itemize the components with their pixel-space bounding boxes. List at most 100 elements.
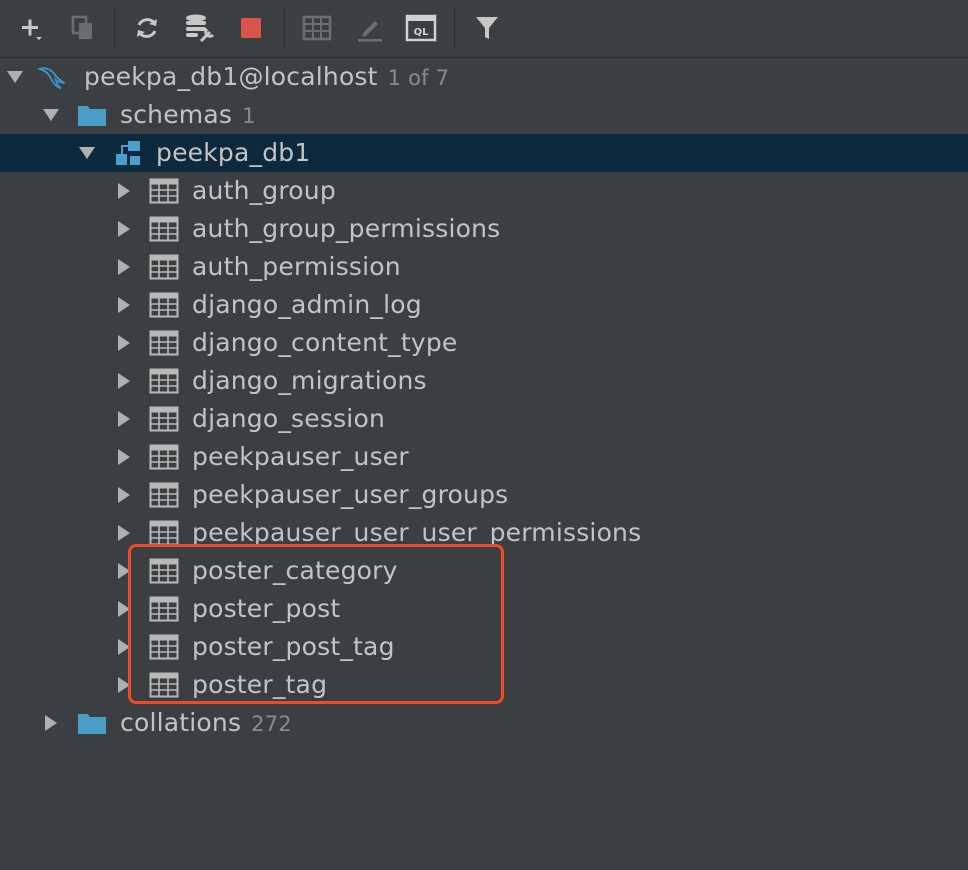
plus-icon bbox=[22, 19, 42, 40]
table-row[interactable]: auth_permission bbox=[0, 248, 968, 286]
refresh-button[interactable] bbox=[130, 10, 164, 46]
expanded-arrow-icon[interactable] bbox=[4, 58, 26, 96]
collations-count: 272 bbox=[251, 712, 292, 736]
table-icon bbox=[148, 666, 180, 704]
add-button[interactable] bbox=[14, 10, 48, 46]
schema-label: peekpa_db1 bbox=[156, 138, 311, 167]
collapsed-arrow-icon[interactable] bbox=[113, 172, 135, 210]
folder-icon bbox=[76, 96, 108, 134]
collapsed-arrow-icon[interactable] bbox=[113, 476, 135, 514]
table-name: poster_category bbox=[192, 556, 398, 585]
expanded-arrow-icon[interactable] bbox=[76, 134, 98, 172]
filter-button[interactable] bbox=[470, 10, 504, 46]
copy-icon bbox=[71, 15, 92, 39]
table-icon bbox=[148, 590, 180, 628]
stop-button[interactable] bbox=[234, 10, 268, 46]
collapsed-arrow-icon[interactable] bbox=[113, 552, 135, 590]
table-name: django_content_type bbox=[192, 328, 458, 357]
table-name: auth_group bbox=[192, 176, 336, 205]
table-icon bbox=[148, 248, 180, 286]
table-row[interactable]: django_session bbox=[0, 400, 968, 438]
collapsed-arrow-icon[interactable] bbox=[113, 248, 135, 286]
tree-node-schema[interactable]: peekpa_db1 bbox=[0, 134, 968, 172]
collapsed-arrow-icon[interactable] bbox=[113, 400, 135, 438]
table-name: django_session bbox=[192, 404, 385, 433]
table-row[interactable]: poster_post_tag bbox=[0, 628, 968, 666]
toolbar: QL bbox=[0, 0, 968, 58]
table-name: peekpauser_user_user_permissions bbox=[192, 518, 642, 547]
table-name: auth_group_permissions bbox=[192, 214, 501, 243]
refresh-icon bbox=[137, 18, 157, 38]
table-name: auth_permission bbox=[192, 252, 401, 281]
table-row[interactable]: poster_post bbox=[0, 590, 968, 628]
table-icon bbox=[148, 628, 180, 666]
collations-name: collations bbox=[120, 708, 242, 737]
table-icon bbox=[148, 552, 180, 590]
table-icon bbox=[148, 324, 180, 362]
query-console-button[interactable]: QL bbox=[404, 10, 438, 46]
collapsed-arrow-icon[interactable] bbox=[113, 210, 135, 248]
table-view-button[interactable] bbox=[300, 10, 334, 46]
table-name: poster_tag bbox=[192, 670, 328, 699]
collapsed-arrow-icon[interactable] bbox=[113, 628, 135, 666]
table-name: django_admin_log bbox=[192, 290, 422, 319]
pencil-icon bbox=[358, 21, 382, 42]
db-properties-button[interactable] bbox=[183, 10, 217, 46]
table-icon bbox=[148, 476, 180, 514]
table-icon bbox=[148, 172, 180, 210]
table-row[interactable]: peekpauser_user_user_permissions bbox=[0, 514, 968, 552]
collapsed-arrow-icon[interactable] bbox=[40, 704, 62, 742]
schemas-name: schemas bbox=[120, 100, 233, 129]
table-row[interactable]: django_migrations bbox=[0, 362, 968, 400]
tree-node-collations[interactable]: collations 272 bbox=[0, 704, 968, 742]
collapsed-arrow-icon[interactable] bbox=[113, 438, 135, 476]
collapsed-arrow-icon[interactable] bbox=[113, 514, 135, 552]
table-name: peekpauser_user bbox=[192, 442, 409, 471]
connection-count: 1 of 7 bbox=[387, 66, 450, 90]
toolbar-separator bbox=[284, 8, 285, 48]
schemas-count: 1 bbox=[242, 104, 256, 128]
mysql-dolphin-icon bbox=[36, 58, 68, 96]
edit-button[interactable] bbox=[353, 10, 387, 46]
stop-icon bbox=[241, 18, 261, 38]
collapsed-arrow-icon[interactable] bbox=[113, 590, 135, 628]
table-icon bbox=[148, 400, 180, 438]
table-icon bbox=[148, 362, 180, 400]
copy-button[interactable] bbox=[66, 10, 100, 46]
toolbar-separator bbox=[454, 8, 455, 48]
filter-icon bbox=[476, 17, 498, 39]
schema-icon bbox=[112, 134, 144, 172]
collapsed-arrow-icon[interactable] bbox=[113, 286, 135, 324]
table-icon bbox=[148, 286, 180, 324]
tree-node-schemas[interactable]: schemas 1 bbox=[0, 96, 968, 134]
table-icon bbox=[148, 210, 180, 248]
collapsed-arrow-icon[interactable] bbox=[113, 666, 135, 704]
table-row[interactable]: django_admin_log bbox=[0, 286, 968, 324]
connection-name: peekpa_db1@localhost bbox=[84, 62, 378, 91]
collapsed-arrow-icon[interactable] bbox=[113, 324, 135, 362]
table-icon bbox=[148, 438, 180, 476]
ql-icon: QL bbox=[405, 14, 437, 42]
folder-icon bbox=[76, 704, 108, 742]
table-icon bbox=[148, 514, 180, 552]
table-row[interactable]: auth_group bbox=[0, 172, 968, 210]
expanded-arrow-icon[interactable] bbox=[40, 96, 62, 134]
toolbar-separator bbox=[114, 8, 115, 48]
collapsed-arrow-icon[interactable] bbox=[113, 362, 135, 400]
collations-label: collations 272 bbox=[120, 704, 292, 742]
table-row[interactable]: django_content_type bbox=[0, 324, 968, 362]
table-name: poster_post bbox=[192, 594, 341, 623]
table-row[interactable]: poster_category bbox=[0, 552, 968, 590]
schemas-label: schemas 1 bbox=[120, 96, 256, 134]
table-row[interactable]: poster_tag bbox=[0, 666, 968, 704]
svg-text:QL: QL bbox=[414, 27, 430, 38]
database-wrench-icon bbox=[186, 14, 215, 43]
table-icon bbox=[302, 15, 332, 41]
table-name: poster_post_tag bbox=[192, 632, 395, 661]
tree-node-connection[interactable]: peekpa_db1@localhost 1 of 7 bbox=[0, 58, 968, 96]
table-row[interactable]: peekpauser_user_groups bbox=[0, 476, 968, 514]
table-row[interactable]: auth_group_permissions bbox=[0, 210, 968, 248]
connection-label: peekpa_db1@localhost 1 of 7 bbox=[84, 58, 449, 96]
table-name: django_migrations bbox=[192, 366, 427, 395]
table-row[interactable]: peekpauser_user bbox=[0, 438, 968, 476]
